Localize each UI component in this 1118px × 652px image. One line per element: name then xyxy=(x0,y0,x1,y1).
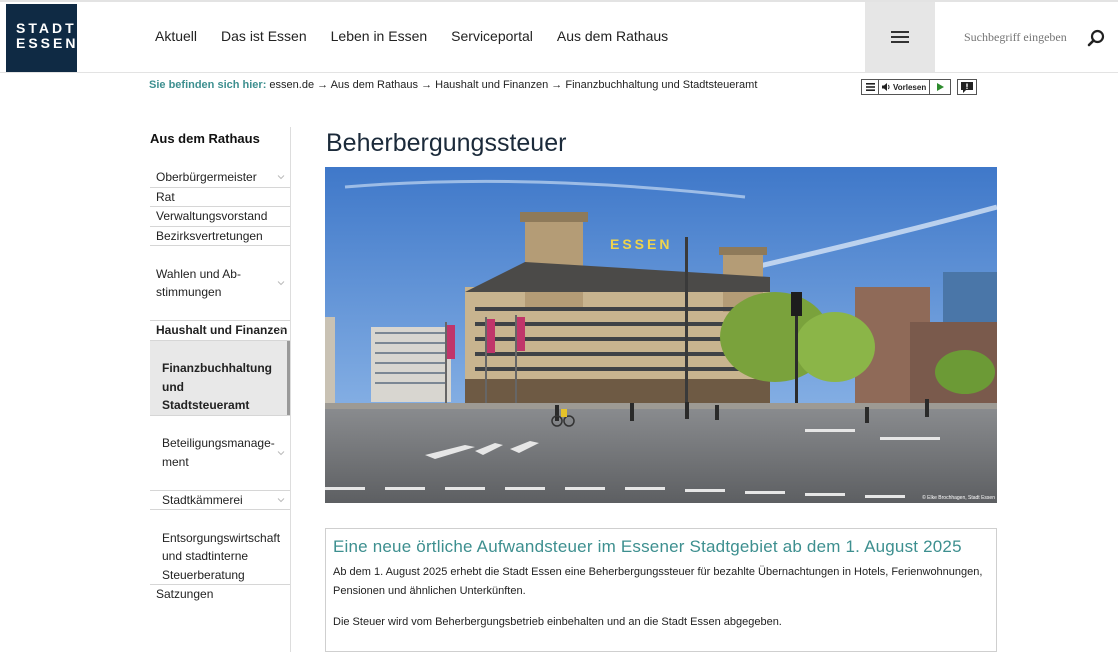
main-navigation: Aktuell Das ist Essen Leben in Essen Ser… xyxy=(155,28,692,44)
play-button[interactable] xyxy=(930,80,950,94)
sidebar-item-haushalt-und-finanzen[interactable]: Haushalt und Finanzen xyxy=(150,321,290,341)
info-box: Eine neue örtliche Aufwandsteuer im Esse… xyxy=(325,528,997,652)
hamburger-icon xyxy=(891,31,909,43)
breadcrumb-label: Sie befinden sich hier: xyxy=(149,79,267,91)
menu-button[interactable] xyxy=(865,2,935,72)
page-title: Beherbergungssteuer xyxy=(326,129,567,157)
sidebar-item-bezirksvertretungen[interactable]: Bezirksvertretungen xyxy=(150,227,290,246)
search-icon[interactable] xyxy=(1087,29,1105,47)
hero-image: ESSEN © Elke Brochhagen, Stadt Essen xyxy=(325,167,997,503)
nav-das-ist-essen[interactable]: Das ist Essen xyxy=(221,28,307,44)
search-input[interactable] xyxy=(964,29,1104,45)
chevron-down-icon[interactable] xyxy=(277,279,285,287)
sidebar-item-label: Entsorgungswirtschaft und stadtinterne S… xyxy=(162,530,281,582)
chevron-down-icon[interactable] xyxy=(277,173,285,181)
nav-leben-in-essen[interactable]: Leben in Essen xyxy=(331,28,428,44)
sidebar-item-rat[interactable]: Rat xyxy=(150,188,290,207)
sidebar-navigation: Oberbürgermeister Rat Verwaltungsvorstan… xyxy=(150,168,290,604)
read-aloud-button[interactable]: Vorlesen xyxy=(879,80,931,94)
read-aloud-label: Vorlesen xyxy=(893,82,927,92)
sidebar-item-label: Haushalt und Finanzen xyxy=(156,323,288,337)
speech-bubble-icon xyxy=(961,81,974,93)
read-aloud-widget: Vorlesen xyxy=(861,79,952,95)
sidebar-item-verwaltungsvorstand[interactable]: Verwaltungsvorstand xyxy=(150,207,290,227)
sidebar-item-label: Bezirksvertretungen xyxy=(156,228,263,243)
sidebar-item-beteiligungsmanagement[interactable]: Beteiligungsmanage- ment xyxy=(150,416,290,491)
sidebar-item-label: Finanzbuchhaltung und Stadtsteueramt xyxy=(162,361,272,412)
nav-aktuell[interactable]: Aktuell xyxy=(155,28,197,44)
info-heading: Eine neue örtliche Aufwandsteuer im Esse… xyxy=(333,537,962,556)
sidebar-item-label: Beteiligungsmanage- ment xyxy=(162,436,275,469)
sidebar-item-label: Rat xyxy=(156,189,175,204)
play-icon xyxy=(936,83,944,91)
stadt-essen-logo[interactable]: STADT ESSEN xyxy=(6,4,77,73)
logo-line-1: STADT xyxy=(16,20,77,36)
sidebar-divider xyxy=(290,127,291,652)
read-menu-button[interactable] xyxy=(862,80,879,94)
feedback-button[interactable] xyxy=(957,79,978,95)
info-paragraph-1: Ab dem 1. August 2025 erhebt die Stadt E… xyxy=(333,566,983,597)
sidebar-item-wahlen[interactable]: Wahlen und Ab- stimmungen xyxy=(150,246,290,321)
chevron-down-icon[interactable] xyxy=(277,449,285,457)
chevron-down-icon[interactable] xyxy=(277,496,285,504)
nav-serviceportal[interactable]: Serviceportal xyxy=(451,28,533,44)
header-divider xyxy=(0,72,1118,73)
sidebar-item-entsorgungswirtschaft[interactable]: Entsorgungswirtschaft und stadtinterne S… xyxy=(150,510,290,585)
sidebar-item-label: Verwaltungsvorstand xyxy=(156,209,268,223)
chevron-up-icon[interactable] xyxy=(277,326,285,334)
speaker-icon xyxy=(882,83,890,91)
sidebar-item-label: Stadtkämmerei xyxy=(162,492,243,507)
sidebar-item-satzungen[interactable]: Satzungen xyxy=(150,585,290,604)
sidebar-item-label: Wahlen und Ab- stimmungen xyxy=(156,266,241,300)
breadcrumb: Sie befinden sich hier: essen.de → Aus d… xyxy=(149,79,757,91)
breadcrumb-path[interactable]: essen.de → Aus dem Rathaus → Haushalt un… xyxy=(269,79,757,91)
nav-aus-dem-rathaus[interactable]: Aus dem Rathaus xyxy=(557,28,668,44)
logo-line-2: ESSEN xyxy=(16,35,79,51)
sidebar-item-label: Satzungen xyxy=(156,587,214,601)
page-tools: Vorlesen xyxy=(861,79,978,95)
image-credit: © Elke Brochhagen, Stadt Essen xyxy=(922,495,995,501)
sidebar-item-finanzbuchhaltung[interactable]: Finanzbuchhaltung und Stadtsteueramt xyxy=(150,340,290,416)
city-square-photo: ESSEN xyxy=(325,167,997,503)
essen-sign: ESSEN xyxy=(610,236,672,252)
info-paragraph-2: Die Steuer wird vom Beherbergungsbetrieb… xyxy=(333,616,782,628)
search-bar xyxy=(935,2,1118,72)
sidebar-item-stadtkaemmerei[interactable]: Stadtkämmerei xyxy=(150,491,290,510)
sidebar-item-oberbuergermeister[interactable]: Oberbürgermeister xyxy=(150,168,290,188)
list-icon xyxy=(865,83,875,91)
sidebar-title: Aus dem Rathaus xyxy=(150,131,260,146)
sidebar-item-label: Oberbürgermeister xyxy=(156,170,257,184)
